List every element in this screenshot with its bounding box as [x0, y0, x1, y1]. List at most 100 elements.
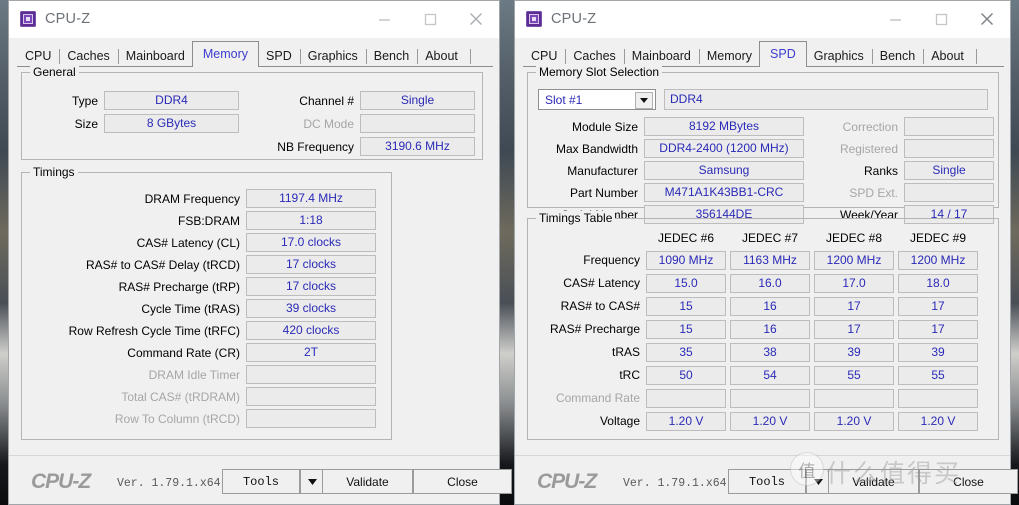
- maximize-icon[interactable]: [918, 1, 964, 37]
- tab-memory[interactable]: Memory: [191, 41, 260, 67]
- tab-caches[interactable]: Caches: [565, 46, 624, 67]
- spd-info-row: Correction: [810, 117, 994, 136]
- window-title-left: CPU-Z: [45, 11, 91, 27]
- cpuz-window-spd[interactable]: CPU-Z CPU Caches Mainboard Memory SPD Gr…: [514, 0, 1018, 505]
- timing-label: CAS# Latency (CL): [136, 235, 240, 250]
- timings-table-column-header: JEDEC #8: [825, 231, 883, 245]
- channel-value: Single: [360, 91, 475, 110]
- validate-button-right[interactable]: Validate: [828, 469, 919, 494]
- spd-info-label: Part Number: [569, 185, 638, 200]
- tab-cpu[interactable]: CPU: [17, 46, 60, 67]
- validate-button-left[interactable]: Validate: [322, 469, 413, 494]
- close-icon[interactable]: [453, 1, 499, 37]
- tab-bench[interactable]: Bench: [365, 46, 418, 67]
- tab-about[interactable]: About: [417, 46, 466, 67]
- timings-table-cell: [730, 389, 810, 408]
- minimize-icon[interactable]: [361, 1, 407, 37]
- timings-table-cell: [898, 389, 978, 408]
- tools-dropdown-right[interactable]: [806, 469, 830, 494]
- tab-caches[interactable]: Caches: [59, 46, 118, 67]
- tab-graphics[interactable]: Graphics: [805, 46, 872, 67]
- timings-table-cell: 18.0: [898, 274, 978, 293]
- window-controls-left[interactable]: [361, 1, 499, 37]
- memory-slot-selection-legend: Memory Slot Selection: [536, 65, 663, 79]
- window-controls-right[interactable]: [872, 1, 1010, 37]
- timing-value: 17 clocks: [246, 277, 376, 296]
- timings-table-legend: Timings Table: [536, 211, 616, 225]
- dc-mode-value: [360, 114, 475, 133]
- tab-cpu[interactable]: CPU: [523, 46, 566, 67]
- timings-table-cell: 50: [646, 366, 726, 385]
- spd-info-row: Registered: [810, 139, 994, 158]
- timings-table-cell: 39: [814, 343, 894, 362]
- timing-value: 420 clocks: [246, 321, 376, 340]
- cpuz-app-icon: [526, 11, 542, 27]
- memory-tab-content: General Type DDR4 Size 8 GBytes Channel …: [9, 65, 499, 456]
- spd-info-label: SPD Ext.: [849, 185, 898, 200]
- title-bar-right[interactable]: CPU-Z: [515, 1, 1010, 38]
- memory-slot-selection-group: Memory Slot Selection Slot #1 DDR4 Modul…: [527, 65, 999, 224]
- tab-strip-left[interactable]: CPU Caches Mainboard Memory SPD Graphics…: [17, 41, 493, 67]
- tab-spd[interactable]: SPD: [759, 41, 807, 67]
- cpuz-logo-right: CPU-Z: [537, 470, 597, 493]
- spd-info-row: Ranks Single: [810, 161, 994, 180]
- size-value: 8 GBytes: [104, 114, 239, 133]
- timings-table-cell: 17: [898, 320, 978, 339]
- timing-label: RAS# to CAS# Delay (tRCD): [85, 257, 240, 272]
- status-bar-left: CPU-Z Ver. 1.79.1.x64 Tools Validate Clo…: [9, 455, 512, 504]
- timings-table-row-label: tRC: [619, 368, 640, 382]
- timings-table-row-label: RAS# Precharge: [549, 322, 640, 336]
- timings-legend: Timings: [30, 165, 78, 179]
- timing-value: 1197.4 MHz: [246, 189, 376, 208]
- tools-dropdown-left[interactable]: [300, 469, 324, 494]
- tools-button-left[interactable]: Tools: [222, 469, 300, 494]
- tools-button-right[interactable]: Tools: [728, 469, 806, 494]
- cpuz-window-memory[interactable]: CPU-Z CPU Caches Mainboard Memory SPD Gr…: [8, 0, 512, 505]
- window-title-right: CPU-Z: [551, 11, 597, 27]
- timings-table-row-label: Command Rate: [555, 391, 640, 405]
- timing-value: 17.0 clocks: [246, 233, 376, 252]
- slot-select-dropdown[interactable]: Slot #1: [538, 89, 656, 110]
- timing-value: 39 clocks: [246, 299, 376, 318]
- tab-memory[interactable]: Memory: [698, 46, 761, 67]
- timing-row: DRAM Idle Timer: [28, 365, 376, 384]
- timings-group: Timings DRAM Frequency 1197.4 MHz FSB:DRAM…: [21, 165, 392, 440]
- general-legend: General: [30, 65, 79, 79]
- timings-table-cell: 38: [730, 343, 810, 362]
- timings-table-cell: 16: [730, 297, 810, 316]
- channel-label: Channel #: [299, 93, 354, 108]
- cpuz-app-icon: [20, 11, 36, 27]
- close-icon[interactable]: [964, 1, 1010, 37]
- spd-info-row: Part Number M471A1K43BB1-CRC: [538, 183, 804, 202]
- tab-spd[interactable]: SPD: [258, 46, 300, 67]
- tab-strip-right[interactable]: CPU Caches Mainboard Memory SPD Graphics…: [523, 41, 1004, 67]
- tab-about[interactable]: About: [923, 46, 972, 67]
- timings-table-column-header: JEDEC #7: [741, 231, 799, 245]
- tab-bench[interactable]: Bench: [871, 46, 924, 67]
- status-bar-right: CPU-Z Ver. 1.79.1.x64 Tools Validate Clo…: [515, 452, 1018, 504]
- cpuz-logo-left: CPU-Z: [31, 470, 91, 493]
- spd-info-value: Single: [904, 161, 994, 180]
- spd-info-label: Registered: [839, 141, 898, 156]
- timing-value: [246, 409, 376, 428]
- spd-info-row: Manufacturer Samsung: [538, 161, 804, 180]
- spd-info-value: 8192 MBytes: [644, 117, 804, 136]
- spd-info-value: DDR4-2400 (1200 MHz): [644, 139, 804, 158]
- timings-table-cell: 54: [730, 366, 810, 385]
- maximize-icon[interactable]: [407, 1, 453, 37]
- timing-label: RAS# Precharge (tRP): [118, 279, 240, 294]
- title-bar-left[interactable]: CPU-Z: [9, 1, 499, 38]
- timings-table-row-label: CAS# Latency: [563, 276, 640, 290]
- spd-tab-content: Memory Slot Selection Slot #1 DDR4 Modul…: [515, 65, 1010, 456]
- chevron-down-icon[interactable]: [635, 92, 653, 109]
- close-button-right[interactable]: Close: [919, 469, 1018, 494]
- tab-graphics[interactable]: Graphics: [299, 46, 366, 67]
- close-button-left[interactable]: Close: [413, 469, 512, 494]
- tab-mainboard[interactable]: Mainboard: [117, 46, 193, 67]
- timing-label: Row To Column (tRCD): [114, 411, 240, 426]
- timing-row: Row Refresh Cycle Time (tRFC) 420 clocks: [28, 321, 376, 340]
- tab-mainboard[interactable]: Mainboard: [623, 46, 699, 67]
- timings-table-cell: 1200 MHz: [814, 251, 894, 270]
- timings-table-row-label: tRAS: [611, 345, 640, 359]
- minimize-icon[interactable]: [872, 1, 918, 37]
